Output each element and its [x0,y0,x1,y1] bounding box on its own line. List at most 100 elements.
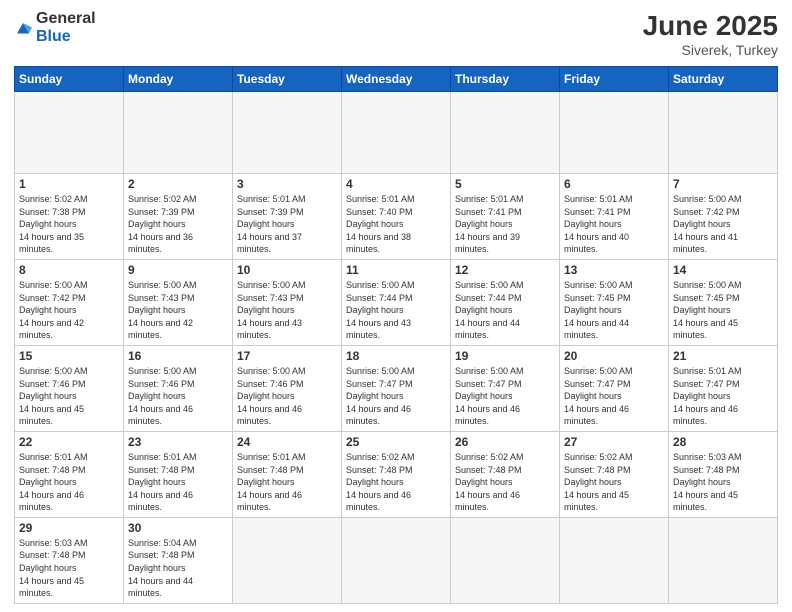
day-info: Sunrise: 5:00 AMSunset: 7:45 PMDaylight … [673,279,773,342]
day-info: Sunrise: 5:03 AMSunset: 7:48 PMDaylight … [19,537,119,600]
day-number: 15 [19,349,119,363]
day-cell: 6Sunrise: 5:01 AMSunset: 7:41 PMDaylight… [560,174,669,260]
day-info: Sunrise: 5:00 AMSunset: 7:46 PMDaylight … [128,365,228,428]
day-cell: 19Sunrise: 5:00 AMSunset: 7:47 PMDayligh… [451,345,560,431]
day-number: 23 [128,435,228,449]
calendar: SundayMondayTuesdayWednesdayThursdayFrid… [14,66,778,604]
col-header-wednesday: Wednesday [342,67,451,92]
day-cell [560,517,669,603]
col-header-thursday: Thursday [451,67,560,92]
title-block: June 2025 Siverek, Turkey [643,10,778,58]
day-number: 11 [346,263,446,277]
day-number: 12 [455,263,555,277]
day-cell [342,517,451,603]
col-header-monday: Monday [124,67,233,92]
day-cell: 24 Sunrise: 5:01 AMSunset: 7:48 PMDayligh… [233,431,342,517]
day-number: 7 [673,177,773,191]
day-cell: 8 Sunrise: 5:00 AMSunset: 7:42 PMDaylight… [15,259,124,345]
day-cell: 11 Sunrise: 5:00 AMSunset: 7:44 PMDayligh… [342,259,451,345]
day-cell: 5 Sunrise: 5:01 AMSunset: 7:41 PMDaylight… [451,174,560,260]
day-number: 8 [19,263,119,277]
day-cell: 28 Sunrise: 5:03 AMSunset: 7:48 PMDayligh… [669,431,778,517]
day-info: Sunrise: 5:04 AMSunset: 7:48 PMDaylight … [128,537,228,600]
day-cell [124,92,233,174]
day-number: 13 [564,263,664,277]
page: General Blue June 2025 Siverek, Turkey S… [0,0,792,612]
col-header-tuesday: Tuesday [233,67,342,92]
day-info: Sunrise: 5:01 AMSunset: 7:48 PMDaylight … [128,451,228,514]
day-cell: 25Sunrise: 5:02 AMSunset: 7:48 PMDayligh… [342,431,451,517]
day-number: 1 [19,177,119,191]
day-number: 20 [564,349,664,363]
week-row-1: 1 Sunrise: 5:02 AMSunset: 7:38 PMDaylight… [15,174,778,260]
logo-icon [14,20,32,38]
day-info: Sunrise: 5:00 AMSunset: 7:47 PMDaylight … [346,365,446,428]
day-info: Sunrise: 5:02 AMSunset: 7:38 PMDaylight … [19,193,119,256]
week-row-4: 22 Sunrise: 5:01 AMSunset: 7:48 PMDayligh… [15,431,778,517]
day-number: 6 [564,177,664,191]
day-info: Sunrise: 5:01 AMSunset: 7:47 PMDaylight … [673,365,773,428]
day-cell [451,92,560,174]
day-info: Sunrise: 5:02 AMSunset: 7:48 PMDaylight … [564,451,664,514]
week-row-3: 15 Sunrise: 5:00 AMSunset: 7:46 PMDayligh… [15,345,778,431]
day-number: 30 [128,521,228,535]
day-cell [233,92,342,174]
day-info: Sunrise: 5:00 AMSunset: 7:42 PMDaylight … [19,279,119,342]
day-number: 22 [19,435,119,449]
day-number: 21 [673,349,773,363]
day-number: 28 [673,435,773,449]
day-number: 2 [128,177,228,191]
day-number: 19 [455,349,555,363]
day-cell: 2Sunrise: 5:02 AMSunset: 7:39 PMDaylight… [124,174,233,260]
day-cell: 4 Sunrise: 5:01 AMSunset: 7:40 PMDaylight… [342,174,451,260]
day-cell: 17 Sunrise: 5:00 AMSunset: 7:46 PMDayligh… [233,345,342,431]
day-info: Sunrise: 5:01 AMSunset: 7:41 PMDaylight … [455,193,555,256]
day-cell: 9 Sunrise: 5:00 AMSunset: 7:43 PMDaylight… [124,259,233,345]
day-cell: 7 Sunrise: 5:00 AMSunset: 7:42 PMDaylight… [669,174,778,260]
day-info: Sunrise: 5:00 AMSunset: 7:43 PMDaylight … [128,279,228,342]
day-number: 4 [346,177,446,191]
day-cell: 13Sunrise: 5:00 AMSunset: 7:45 PMDayligh… [560,259,669,345]
day-number: 5 [455,177,555,191]
day-info: Sunrise: 5:00 AMSunset: 7:43 PMDaylight … [237,279,337,342]
day-cell: 29 Sunrise: 5:03 AMSunset: 7:48 PMDayligh… [15,517,124,603]
day-cell: 14Sunrise: 5:00 AMSunset: 7:45 PMDayligh… [669,259,778,345]
day-cell [233,517,342,603]
day-info: Sunrise: 5:00 AMSunset: 7:46 PMDaylight … [237,365,337,428]
day-cell: 30 Sunrise: 5:04 AMSunset: 7:48 PMDayligh… [124,517,233,603]
day-info: Sunrise: 5:01 AMSunset: 7:39 PMDaylight … [237,193,337,256]
day-cell [15,92,124,174]
day-cell: 3 Sunrise: 5:01 AMSunset: 7:39 PMDaylight… [233,174,342,260]
day-info: Sunrise: 5:00 AMSunset: 7:44 PMDaylight … [455,279,555,342]
logo-text: General Blue [36,10,96,45]
day-cell [669,517,778,603]
col-header-sunday: Sunday [15,67,124,92]
day-number: 24 [237,435,337,449]
day-info: Sunrise: 5:00 AMSunset: 7:42 PMDaylight … [673,193,773,256]
day-number: 10 [237,263,337,277]
day-cell: 21 Sunrise: 5:01 AMSunset: 7:47 PMDayligh… [669,345,778,431]
day-cell: 12 Sunrise: 5:00 AMSunset: 7:44 PMDayligh… [451,259,560,345]
day-info: Sunrise: 5:03 AMSunset: 7:48 PMDaylight … [673,451,773,514]
day-info: Sunrise: 5:01 AMSunset: 7:48 PMDaylight … [237,451,337,514]
day-cell: 26Sunrise: 5:02 AMSunset: 7:48 PMDayligh… [451,431,560,517]
day-number: 18 [346,349,446,363]
day-info: Sunrise: 5:00 AMSunset: 7:44 PMDaylight … [346,279,446,342]
day-cell: 15Sunrise: 5:00 AMSunset: 7:46 PMDayligh… [15,345,124,431]
calendar-header-row: SundayMondayTuesdayWednesdayThursdayFrid… [15,67,778,92]
week-row-2: 8 Sunrise: 5:00 AMSunset: 7:42 PMDaylight… [15,259,778,345]
month-title: June 2025 [643,10,778,42]
logo: General Blue [14,10,96,45]
day-cell [342,92,451,174]
week-row-0 [15,92,778,174]
day-info: Sunrise: 5:01 AMSunset: 7:40 PMDaylight … [346,193,446,256]
day-number: 26 [455,435,555,449]
day-number: 29 [19,521,119,535]
day-number: 17 [237,349,337,363]
day-cell: 22Sunrise: 5:01 AMSunset: 7:48 PMDayligh… [15,431,124,517]
day-info: Sunrise: 5:02 AMSunset: 7:48 PMDaylight … [346,451,446,514]
day-number: 3 [237,177,337,191]
day-number: 9 [128,263,228,277]
day-cell [560,92,669,174]
day-cell [669,92,778,174]
